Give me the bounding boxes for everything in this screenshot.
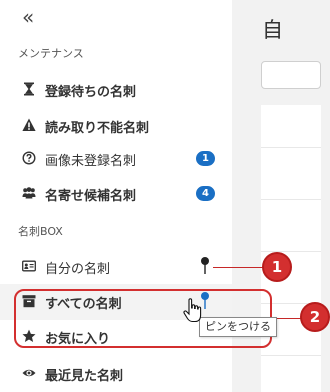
eye-icon bbox=[22, 369, 36, 377]
sidebar-item-label: 画像未登録名刺 bbox=[45, 154, 137, 169]
sidebar-item-my-cards[interactable]: 自分の名刺 bbox=[0, 249, 232, 285]
sidebar-item-label: 最近見た名刺 bbox=[45, 369, 124, 384]
count-badge: 4 bbox=[196, 186, 215, 201]
sidebar-item-recently-viewed[interactable]: 最近見た名刺 bbox=[0, 356, 232, 392]
sidebar-item-pending-cards[interactable]: 登録待ちの名刺 bbox=[0, 72, 232, 108]
id-card-icon bbox=[22, 260, 36, 272]
sidebar-item-no-image-cards[interactable]: 画像未登録名刺 1 bbox=[0, 141, 232, 177]
warning-icon bbox=[22, 118, 36, 131]
callout-marker-2: 2 bbox=[300, 302, 330, 332]
section-maintenance-heading: メンテナンス bbox=[18, 47, 84, 60]
sidebar-item-label: 名寄せ候補名刺 bbox=[45, 189, 137, 204]
question-circle-icon bbox=[22, 151, 36, 165]
section-box-heading: 名刺BOX bbox=[18, 225, 63, 238]
card-list-panel bbox=[261, 105, 321, 392]
search-input[interactable] bbox=[261, 61, 321, 89]
sidebar-item-label: 自分の名刺 bbox=[45, 262, 111, 277]
page-title: 自 bbox=[262, 18, 283, 42]
sidebar-item-unreadable-cards[interactable]: 読み取り不能名刺 bbox=[0, 108, 232, 144]
hourglass-icon bbox=[24, 82, 34, 96]
collapse-sidebar-button[interactable]: « bbox=[22, 7, 34, 27]
callout-connector bbox=[213, 267, 263, 268]
count-badge: 1 bbox=[196, 151, 215, 166]
callout-marker-1: 1 bbox=[262, 252, 292, 282]
sidebar-item-label: 登録待ちの名刺 bbox=[45, 85, 137, 100]
hand-cursor-icon bbox=[183, 298, 202, 323]
sidebar-item-label: 読み取り不能名刺 bbox=[45, 121, 150, 136]
pin-icon[interactable] bbox=[198, 256, 212, 276]
users-icon bbox=[22, 187, 36, 199]
pin-tooltip: ピンをつける bbox=[199, 317, 277, 337]
sidebar-item-merge-candidates[interactable]: 名寄せ候補名刺 4 bbox=[0, 176, 232, 212]
